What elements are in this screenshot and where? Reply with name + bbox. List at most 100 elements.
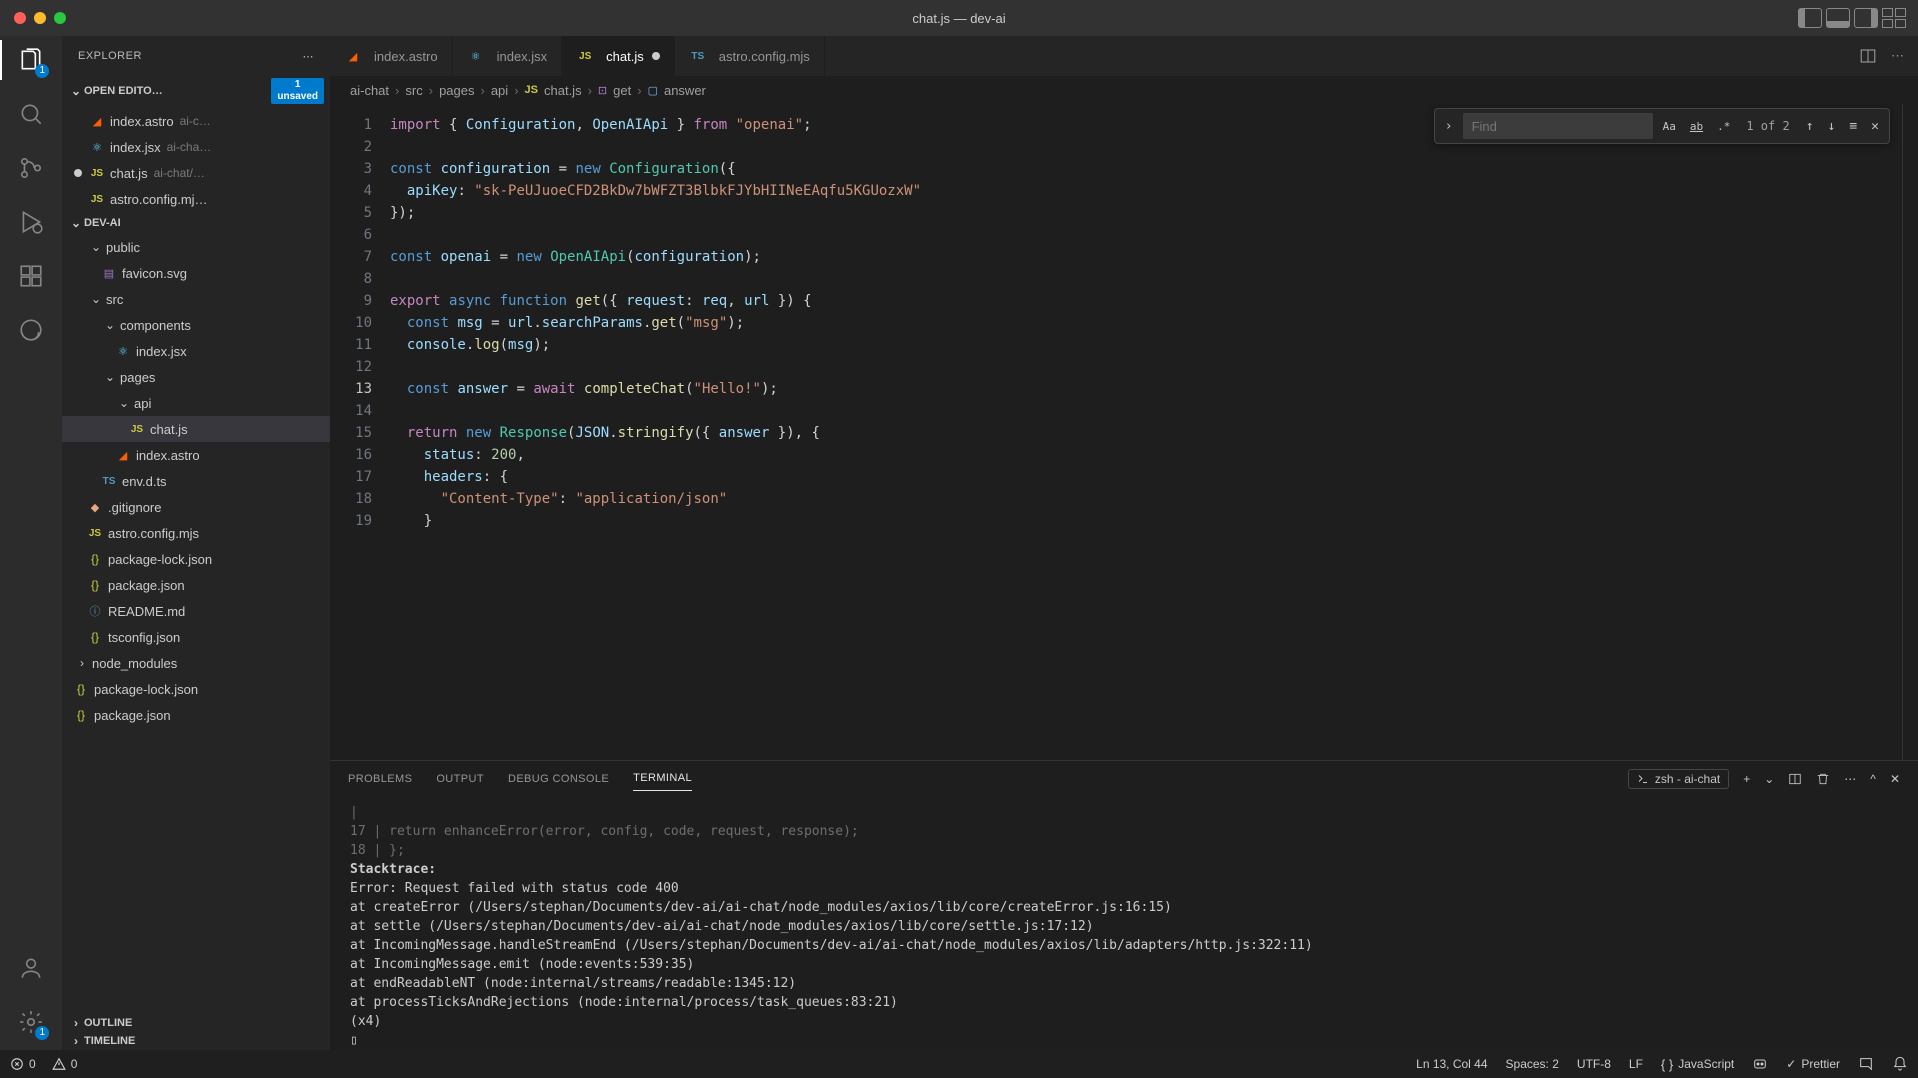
status-cursor[interactable]: Ln 13, Col 44	[1416, 1057, 1487, 1071]
breadcrumb-segment[interactable]: src	[405, 83, 422, 98]
split-editor-icon[interactable]	[1859, 47, 1877, 65]
info-file-icon: ⓘ	[86, 603, 104, 619]
accounts-icon[interactable]	[17, 954, 45, 982]
file-item[interactable]: ⚛index.jsx	[62, 338, 330, 364]
chevron-down-icon: ⌄	[86, 240, 106, 254]
find-prev-icon[interactable]: ↑	[1802, 119, 1818, 134]
file-item[interactable]: JSchat.js	[62, 416, 330, 442]
file-item[interactable]: ◆.gitignore	[62, 494, 330, 520]
breadcrumb-segment[interactable]: ai-chat	[350, 83, 389, 98]
maximize-panel-icon[interactable]: ^	[1870, 772, 1876, 786]
breadcrumb-segment[interactable]: pages	[439, 83, 474, 98]
open-editor-item[interactable]: JSchat.jsai-chat/…	[62, 160, 330, 186]
status-warnings[interactable]: 0	[52, 1057, 78, 1071]
open-editor-item[interactable]: ⚛index.jsxai-cha…	[62, 134, 330, 160]
panel-tab-debug-console[interactable]: DEBUG CONSOLE	[508, 767, 609, 791]
file-item[interactable]: {}package.json	[62, 572, 330, 598]
close-panel-icon[interactable]: ✕	[1890, 772, 1900, 786]
open-editors-header[interactable]: ⌄ OPEN EDITO… 1unsaved	[62, 76, 330, 106]
panel-tab-terminal[interactable]: TERMINAL	[633, 766, 692, 791]
toggle-panel-bottom-icon[interactable]	[1826, 8, 1850, 28]
more-actions-icon[interactable]: ⋯	[1891, 48, 1904, 64]
terminal-output[interactable]: | 17 | return enhanceError(error, config…	[330, 797, 1918, 1050]
file-item[interactable]: JSastro.config.mjs	[62, 520, 330, 546]
status-spaces[interactable]: Spaces: 2	[1506, 1057, 1559, 1071]
breadcrumb-segment[interactable]: api	[491, 83, 508, 98]
file-item[interactable]: TSenv.d.ts	[62, 468, 330, 494]
status-copilot-icon[interactable]	[1752, 1056, 1768, 1072]
terminal-dropdown-icon[interactable]: ⌄	[1764, 772, 1774, 786]
open-editor-item[interactable]: ◢index.astroai-c…	[62, 108, 330, 134]
close-window-button[interactable]	[14, 12, 26, 24]
file-item[interactable]: {}tsconfig.json	[62, 624, 330, 650]
new-terminal-icon[interactable]: +	[1743, 772, 1750, 786]
file-item[interactable]: ◢index.astro	[62, 442, 330, 468]
breadcrumb-segment[interactable]: chat.js	[544, 83, 582, 98]
close-find-icon[interactable]: ✕	[1867, 119, 1883, 134]
editor-tab[interactable]: ◢index.astro	[330, 36, 453, 76]
toggle-panel-left-icon[interactable]	[1798, 8, 1822, 28]
toggle-panel-right-icon[interactable]	[1854, 8, 1878, 28]
minimap[interactable]	[1902, 104, 1918, 760]
status-encoding[interactable]: UTF-8	[1577, 1057, 1611, 1071]
file-item[interactable]: ⓘ README.md	[62, 598, 330, 624]
open-editor-item[interactable]: JSastro.config.mj…	[62, 186, 330, 212]
find-selection-icon[interactable]: ≡	[1845, 119, 1861, 134]
breadcrumb-segment[interactable]: get	[613, 83, 631, 98]
find-next-icon[interactable]: ↓	[1824, 119, 1840, 134]
status-language[interactable]: { } JavaScript	[1661, 1057, 1734, 1072]
file-item[interactable]: {}package-lock.json	[62, 546, 330, 572]
code-editor[interactable]: › Aa ab .* 1 of 2 ↑ ↓ ≡ ✕ 12345678910111…	[330, 104, 1918, 760]
expand-replace-icon[interactable]: ›	[1441, 119, 1457, 134]
folder-item[interactable]: ›node_modules	[62, 650, 330, 676]
code-content[interactable]: import { Configuration, OpenAIApi } from…	[390, 104, 1902, 760]
editor-tab[interactable]: JSchat.js	[562, 36, 675, 76]
explorer-icon[interactable]: 1	[17, 46, 45, 74]
editor-tab[interactable]: ⚛index.jsx	[453, 36, 563, 76]
run-debug-icon[interactable]	[17, 208, 45, 236]
outline-header[interactable]: › OUTLINE	[62, 1014, 330, 1032]
sidebar-more-icon[interactable]: ⋯	[303, 50, 315, 63]
status-errors[interactable]: 0	[10, 1057, 36, 1071]
status-prettier[interactable]: ✓Prettier	[1786, 1057, 1840, 1071]
project-header[interactable]: ⌄ DEV-AI	[62, 214, 330, 232]
panel-more-icon[interactable]: ⋯	[1844, 772, 1856, 786]
folder-item[interactable]: ⌄components	[62, 312, 330, 338]
extensions-icon[interactable]	[17, 262, 45, 290]
source-control-icon[interactable]	[17, 154, 45, 182]
chevron-right-icon: ›	[480, 83, 484, 98]
folder-item[interactable]: ⌄api	[62, 390, 330, 416]
panel-tab-output[interactable]: OUTPUT	[436, 767, 484, 791]
ts-file-icon: TS	[689, 51, 707, 62]
split-terminal-icon[interactable]	[1788, 772, 1802, 786]
folder-item[interactable]: ⌄public	[62, 234, 330, 260]
terminal-selector[interactable]: zsh - ai-chat	[1628, 769, 1729, 789]
file-item[interactable]: {}package-lock.json	[62, 676, 330, 702]
regex-icon[interactable]: .*	[1713, 118, 1734, 135]
timeline-header[interactable]: › TIMELINE	[62, 1032, 330, 1050]
status-feedback-icon[interactable]	[1858, 1056, 1874, 1072]
settings-gear-icon[interactable]: 1	[17, 1008, 45, 1036]
search-icon[interactable]	[17, 100, 45, 128]
match-word-icon[interactable]: ab	[1686, 118, 1707, 135]
status-bell-icon[interactable]	[1892, 1056, 1908, 1072]
match-case-icon[interactable]: Aa	[1659, 118, 1680, 135]
chevron-down-icon: ⌄	[86, 292, 106, 306]
editor-tab[interactable]: TSastro.config.mjs	[675, 36, 825, 76]
breadcrumb-segment[interactable]: answer	[664, 83, 706, 98]
file-item[interactable]: {}package.json	[62, 702, 330, 728]
svg-file-icon: ▤	[100, 267, 118, 280]
customize-layout-icon[interactable]	[1882, 8, 1906, 28]
status-eol[interactable]: LF	[1629, 1057, 1643, 1071]
folder-item[interactable]: ⌄pages	[62, 364, 330, 390]
kill-terminal-icon[interactable]	[1816, 772, 1830, 786]
breadcrumb[interactable]: ai-chat›src›pages›api›JSchat.js›⊡get›▢an…	[330, 76, 1918, 104]
find-input[interactable]	[1463, 113, 1653, 139]
panel-tab-problems[interactable]: PROBLEMS	[348, 767, 412, 791]
file-item[interactable]: ▤favicon.svg	[62, 260, 330, 286]
item-name: README.md	[108, 604, 185, 619]
folder-item[interactable]: ⌄src	[62, 286, 330, 312]
maximize-window-button[interactable]	[54, 12, 66, 24]
edge-tools-icon[interactable]	[17, 316, 45, 344]
minimize-window-button[interactable]	[34, 12, 46, 24]
